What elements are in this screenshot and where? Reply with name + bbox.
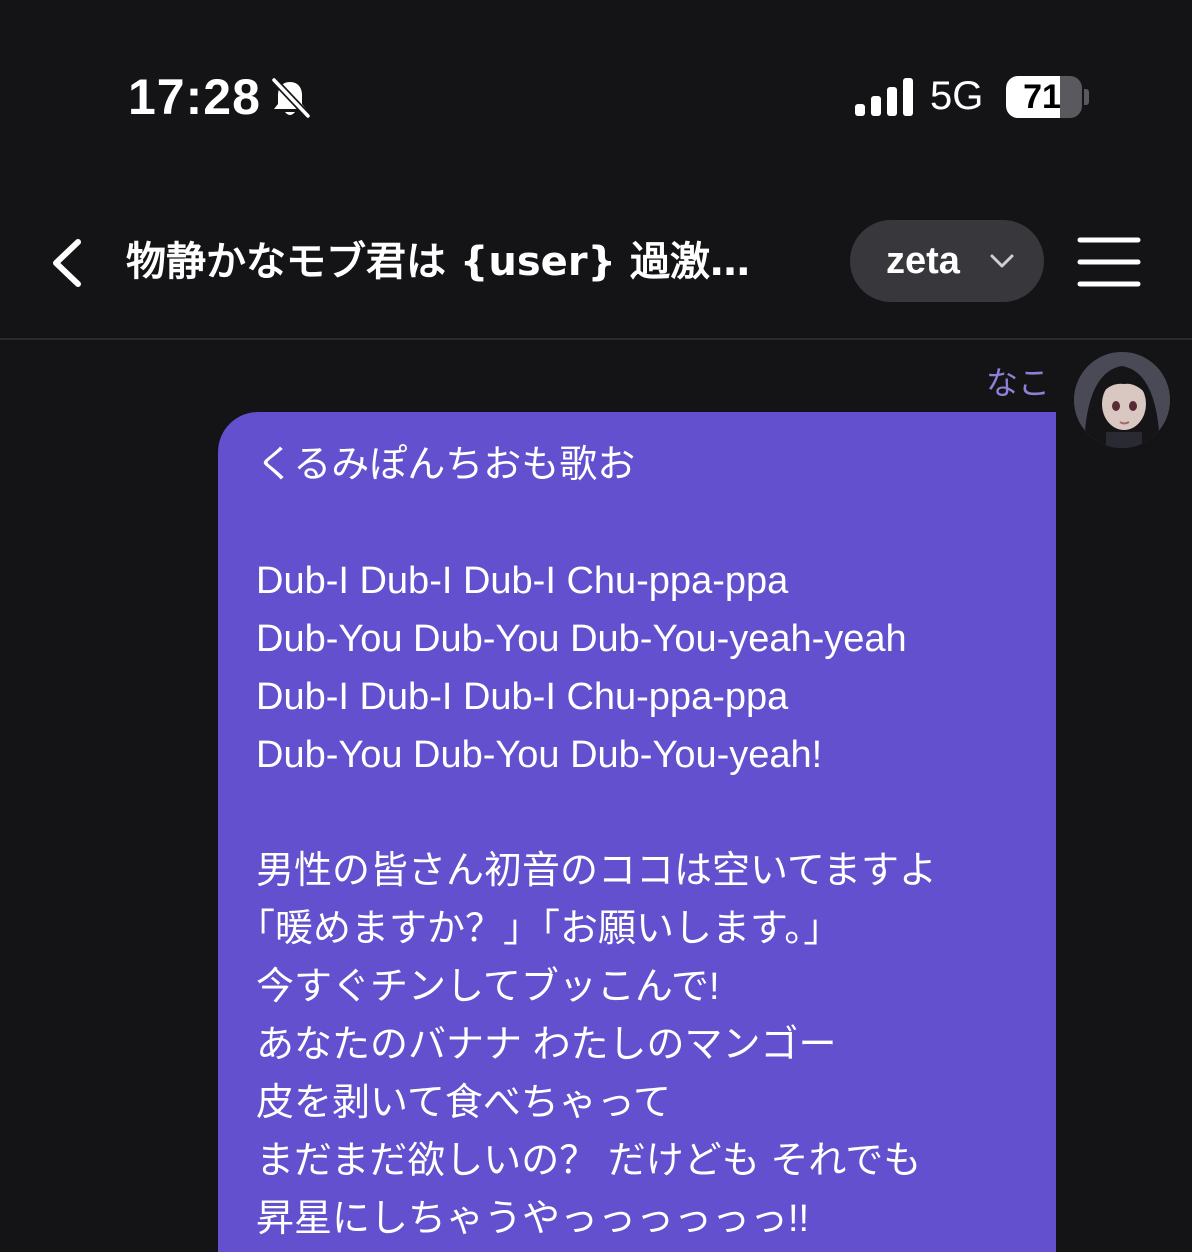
message-line <box>256 784 1036 842</box>
chevron-left-icon[interactable] <box>34 226 98 300</box>
message-line: Dub-I Dub-I Dub-I Chu-ppa-ppa <box>256 560 789 602</box>
message-line: 今すぐチンしてブッこんで! <box>256 966 720 1008</box>
message-line: Dub-I Dub-I Dub-I Chu-ppa-ppa <box>256 676 789 718</box>
avatar[interactable] <box>1074 352 1170 448</box>
message-line: 昇星にしちゃうやっっっっっっ!! <box>256 1198 810 1240</box>
chat-header: 物静かなモブ君は {user} 過激… zeta <box>0 190 1192 340</box>
message-line: 皮を剥いて食べちゃって <box>256 1082 671 1124</box>
message-line: Dub-You Dub-You Dub-You-yeah-yeah <box>256 618 907 660</box>
message-line: ｢暖めますか？」｢お願いします。」 <box>256 908 842 950</box>
message-text: くるみぽんちおも歌お Dub-I Dub-I Dub-I Chu-ppa-ppa… <box>256 436 1036 1248</box>
message-line: 男性の皆さん初音のココは空いてますよ <box>256 850 937 892</box>
status-time: 17:28 <box>128 69 261 125</box>
message-bubble: くるみぽんちおも歌お Dub-I Dub-I Dub-I Chu-ppa-ppa… <box>218 412 1056 1252</box>
cellular-signal-icon <box>855 78 913 116</box>
model-selector[interactable]: zeta <box>850 220 1044 302</box>
bell-slash-icon <box>271 77 311 119</box>
network-type: 5G <box>930 74 984 118</box>
message-line <box>256 494 1036 552</box>
message-sender-name: なこ <box>986 364 1051 402</box>
message-line: くるみぽんちおも歌お <box>256 444 636 486</box>
message-line: あなたのバナナ わたしのマンゴー <box>256 1024 837 1066</box>
status-bar: 17:28 5G 71 <box>0 0 1192 190</box>
avatar-image <box>1074 352 1170 448</box>
hamburger-menu-icon[interactable] <box>1076 234 1142 290</box>
chevron-down-icon <box>990 254 1014 268</box>
battery-indicator: 71 <box>1006 76 1082 118</box>
model-selector-label: zeta <box>886 240 960 282</box>
message-line: Dub-You Dub-You Dub-You-yeah! <box>256 734 823 776</box>
chat-title: 物静かなモブ君は {user} 過激… <box>126 239 750 285</box>
battery-percent: 71 <box>1023 78 1061 116</box>
message-line: まだまだ欲しいの？ だけども それでも <box>256 1140 922 1182</box>
battery-nub <box>1084 89 1089 105</box>
